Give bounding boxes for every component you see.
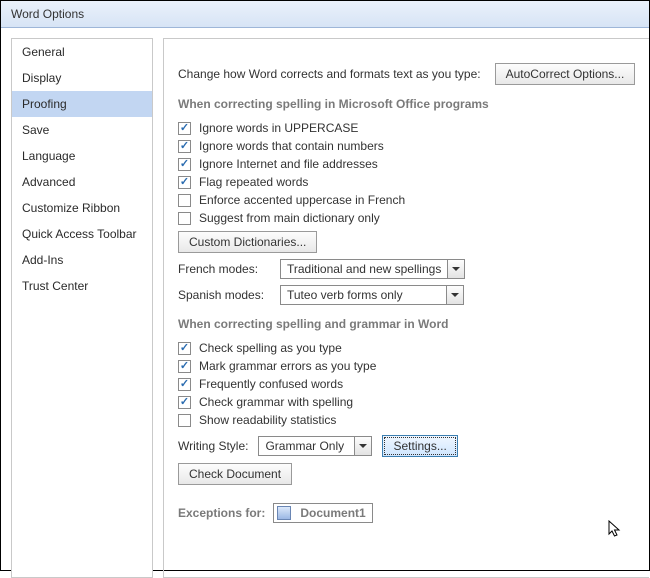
- check-document-button[interactable]: Check Document: [178, 463, 292, 485]
- document-icon: [277, 506, 291, 520]
- content-box: Change how Word corrects and formats tex…: [163, 38, 649, 578]
- spanish-modes-row: Spanish modes: Tuteo verb forms only: [178, 285, 637, 305]
- cb-confused-words[interactable]: [178, 378, 191, 391]
- cb-mark-grammar-label: Mark grammar errors as you type: [199, 359, 376, 373]
- cb-ignore-uppercase-row: Ignore words in UPPERCASE: [178, 121, 637, 135]
- french-modes-row: French modes: Traditional and new spelli…: [178, 259, 637, 279]
- cb-ignore-internet-row: Ignore Internet and file addresses: [178, 157, 637, 171]
- sidebar-item-customize-ribbon[interactable]: Customize Ribbon: [12, 195, 152, 221]
- cb-main-dict-label: Suggest from main dictionary only: [199, 211, 380, 225]
- cb-confused-words-label: Frequently confused words: [199, 377, 343, 391]
- cb-ignore-numbers-label: Ignore words that contain numbers: [199, 139, 384, 153]
- sidebar-list: General Display Proofing Save Language A…: [11, 38, 153, 578]
- exceptions-label: Exceptions for:: [178, 506, 265, 520]
- sidebar-item-trust-center[interactable]: Trust Center: [12, 273, 152, 299]
- cb-mark-grammar[interactable]: [178, 360, 191, 373]
- spanish-modes-label: Spanish modes:: [178, 288, 270, 302]
- cb-flag-repeated-row: Flag repeated words: [178, 175, 637, 189]
- content-pane: Change how Word corrects and formats tex…: [153, 28, 649, 569]
- cb-ignore-uppercase[interactable]: [178, 122, 191, 135]
- cb-check-spelling-row: Check spelling as you type: [178, 341, 637, 355]
- cb-flag-repeated-label: Flag repeated words: [199, 175, 308, 189]
- spanish-modes-value: Tuteo verb forms only: [281, 288, 446, 302]
- writing-style-row: Writing Style: Grammar Only Settings...: [178, 435, 637, 457]
- spanish-modes-select[interactable]: Tuteo verb forms only: [280, 285, 464, 305]
- sidebar-item-qat[interactable]: Quick Access Toolbar: [12, 221, 152, 247]
- cb-ignore-uppercase-label: Ignore words in UPPERCASE: [199, 121, 358, 135]
- cb-check-spelling-label: Check spelling as you type: [199, 341, 342, 355]
- cb-readability-row: Show readability statistics: [178, 413, 637, 427]
- writing-style-label: Writing Style:: [178, 439, 248, 453]
- autocorrect-desc: Change how Word corrects and formats tex…: [178, 67, 481, 81]
- cb-grammar-spelling-label: Check grammar with spelling: [199, 395, 353, 409]
- cb-enforce-accented[interactable]: [178, 194, 191, 207]
- french-modes-value: Traditional and new spellings: [281, 262, 447, 276]
- cb-enforce-accented-row: Enforce accented uppercase in French: [178, 193, 637, 207]
- sidebar-item-language[interactable]: Language: [12, 143, 152, 169]
- cb-flag-repeated[interactable]: [178, 176, 191, 189]
- cb-main-dict-row: Suggest from main dictionary only: [178, 211, 637, 225]
- window-title: Word Options: [11, 7, 84, 21]
- autocorrect-options-button[interactable]: AutoCorrect Options...: [495, 63, 636, 85]
- cb-ignore-numbers-row: Ignore words that contain numbers: [178, 139, 637, 153]
- cb-grammar-spelling-row: Check grammar with spelling: [178, 395, 637, 409]
- dropdown-arrow-icon: [446, 286, 463, 304]
- cb-ignore-internet-label: Ignore Internet and file addresses: [199, 157, 378, 171]
- writing-style-select[interactable]: Grammar Only: [258, 436, 372, 456]
- cb-grammar-spelling[interactable]: [178, 396, 191, 409]
- sidebar-item-addins[interactable]: Add-Ins: [12, 247, 152, 273]
- cb-readability[interactable]: [178, 414, 191, 427]
- sidebar-item-display[interactable]: Display: [12, 65, 152, 91]
- section-spelling-office-title: When correcting spelling in Microsoft Of…: [178, 97, 637, 111]
- sidebar-item-proofing[interactable]: Proofing: [12, 91, 152, 117]
- cb-main-dict[interactable]: [178, 212, 191, 225]
- dropdown-arrow-icon: [447, 260, 464, 278]
- cb-mark-grammar-row: Mark grammar errors as you type: [178, 359, 637, 373]
- french-modes-label: French modes:: [178, 262, 270, 276]
- window-titlebar: Word Options: [1, 1, 649, 28]
- section-spelling-word-title: When correcting spelling and grammar in …: [178, 317, 637, 331]
- autocorrect-row: Change how Word corrects and formats tex…: [178, 63, 637, 85]
- cb-ignore-numbers[interactable]: [178, 140, 191, 153]
- cb-ignore-internet[interactable]: [178, 158, 191, 171]
- cb-enforce-accented-label: Enforce accented uppercase in French: [199, 193, 405, 207]
- exceptions-row: Exceptions for: Document1: [178, 503, 637, 523]
- custom-dictionaries-button[interactable]: Custom Dictionaries...: [178, 231, 317, 253]
- exceptions-doc-value: Document1: [294, 506, 371, 520]
- cb-confused-words-row: Frequently confused words: [178, 377, 637, 391]
- sidebar: General Display Proofing Save Language A…: [1, 28, 153, 569]
- sidebar-item-general[interactable]: General: [12, 39, 152, 65]
- dropdown-arrow-icon: [354, 437, 371, 455]
- writing-style-value: Grammar Only: [259, 439, 354, 453]
- dialog-body: General Display Proofing Save Language A…: [1, 28, 649, 569]
- settings-button[interactable]: Settings...: [382, 435, 457, 457]
- exceptions-select[interactable]: Document1: [273, 503, 372, 523]
- sidebar-item-save[interactable]: Save: [12, 117, 152, 143]
- sidebar-item-advanced[interactable]: Advanced: [12, 169, 152, 195]
- cb-readability-label: Show readability statistics: [199, 413, 336, 427]
- cb-check-spelling[interactable]: [178, 342, 191, 355]
- french-modes-select[interactable]: Traditional and new spellings: [280, 259, 465, 279]
